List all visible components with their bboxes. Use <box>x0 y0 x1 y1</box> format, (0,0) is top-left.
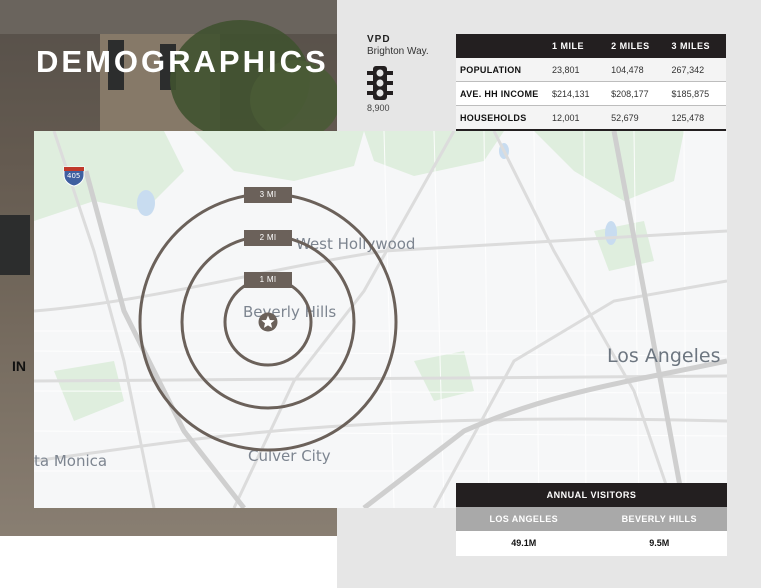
table-row: HOUSEHOLDS 12,001 52,679 125,478 <box>456 105 726 131</box>
visitors-column-los-angeles: LOS ANGELES <box>489 514 559 524</box>
row-label: HOUSEHOLDS <box>456 105 546 131</box>
vpd-label: VPD <box>367 34 391 45</box>
radius-tag-1-mile: 1 MI <box>244 272 292 288</box>
radius-rings <box>138 192 398 452</box>
table-cell: 23,801 <box>546 58 606 82</box>
visitors-value-los-angeles: 49.1M <box>511 538 537 548</box>
table-row: POPULATION 23,801 104,478 267,342 <box>456 58 726 82</box>
star-icon[interactable] <box>258 312 278 332</box>
table-header-cell: 2 MILES <box>605 34 666 58</box>
table-row: AVE. HH INCOME $214,131 $208,177 $185,87… <box>456 81 726 106</box>
row-label: AVE. HH INCOME <box>456 81 546 106</box>
table-cell: 52,679 <box>605 105 666 131</box>
visitors-column-beverly-hills: BEVERLY HILLS <box>621 514 697 524</box>
radius-tag-3-mile: 3 MI <box>244 187 292 203</box>
traffic-light-icon <box>367 66 393 100</box>
table-header-row: 1 MILE 2 MILES 3 MILES <box>456 34 726 58</box>
table-cell: $214,131 <box>546 81 606 106</box>
table-header-cell: 3 MILES <box>665 34 726 58</box>
area-map[interactable]: 405 West Hollywood Beverly Hills Los Ang… <box>34 131 727 508</box>
table-header-cell <box>456 34 546 58</box>
annual-visitors-value-row: 49.1M 9.5M <box>456 531 727 556</box>
radius-tag-2-mile: 2 MI <box>244 230 292 246</box>
demographics-table: 1 MILE 2 MILES 3 MILES POPULATION 23,801… <box>456 34 726 131</box>
annual-visitors-title: ANNUAL VISITORS <box>456 483 727 507</box>
visitors-value-beverly-hills: 9.5M <box>649 538 670 548</box>
annual-visitors-header-row: LOS ANGELES BEVERLY HILLS <box>456 507 727 531</box>
table-cell: $208,177 <box>605 81 666 106</box>
page-title: DEMOGRAPHICS <box>36 44 329 79</box>
annual-visitors-table: ANNUAL VISITORS LOS ANGELES BEVERLY HILL… <box>456 483 727 556</box>
table-cell: 104,478 <box>605 58 666 82</box>
vpd-value: 8,900 <box>367 103 390 113</box>
vpd-street: Brighton Way. <box>367 46 429 57</box>
table-header-cell: 1 MILE <box>546 34 606 58</box>
row-label: POPULATION <box>456 58 546 82</box>
table-cell: 125,478 <box>665 105 726 131</box>
table-cell: 267,342 <box>665 58 726 82</box>
table-cell: 12,001 <box>546 105 606 131</box>
building-sign: IN <box>12 358 26 374</box>
table-cell: $185,875 <box>665 81 726 106</box>
